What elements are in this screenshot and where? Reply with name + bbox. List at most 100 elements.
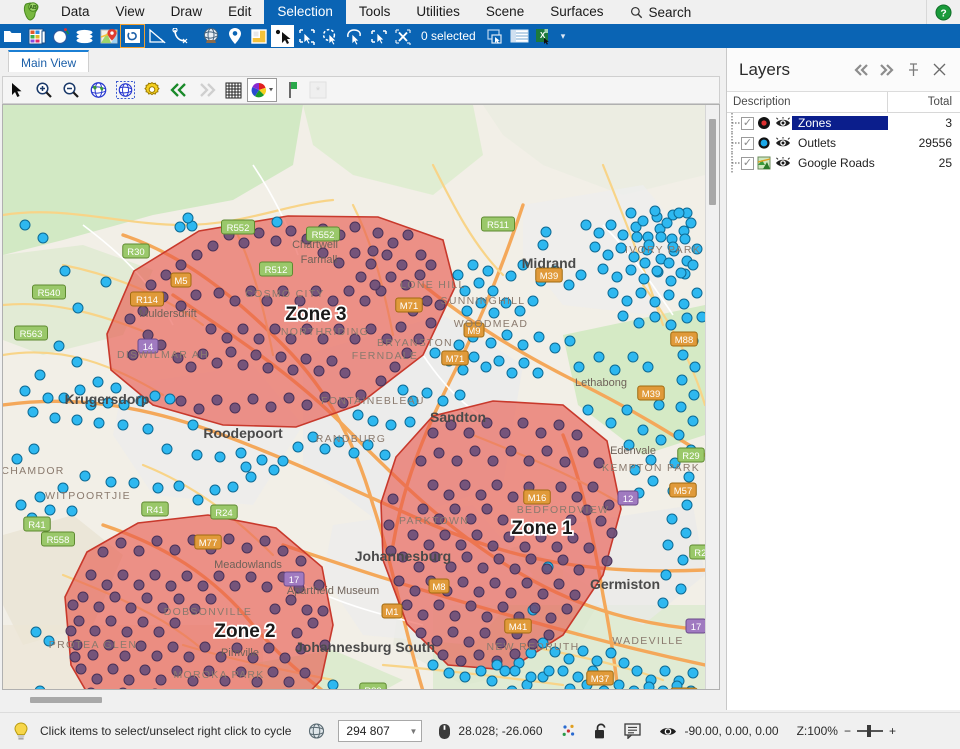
bookmark-flag-icon[interactable]	[278, 78, 304, 102]
layer-eye-icon[interactable]	[774, 117, 792, 129]
layer-visibility-checkbox[interactable]: ✓	[741, 136, 754, 150]
view-settings-gear-icon[interactable]	[139, 78, 165, 102]
menu-item-scene[interactable]: Scene	[473, 0, 537, 24]
ribbon-overflow-caret[interactable]: ▾	[561, 31, 566, 42]
zoom-extents-globe-icon[interactable]	[85, 78, 111, 102]
mouse-coordinates-text: 28.028; -26.060	[458, 724, 543, 738]
layer-row[interactable]: ✓ Zones 3	[727, 113, 960, 133]
road-shield: R30	[122, 243, 150, 259]
pin-icon[interactable]	[900, 57, 926, 83]
open-folder-icon[interactable]	[1, 25, 24, 47]
map-horizontal-scrollbar[interactable]	[2, 692, 720, 708]
road-shield: M39	[637, 385, 665, 401]
grid-icon[interactable]	[220, 78, 246, 102]
map-place-label: Chartwell	[292, 239, 338, 251]
layer-name[interactable]: Outlets	[792, 136, 888, 150]
zoom-slider[interactable]	[856, 725, 883, 737]
zoom-in-button[interactable]: +	[889, 724, 896, 738]
zoom-out-button[interactable]: −	[844, 724, 851, 738]
boundary-icon[interactable]	[120, 24, 145, 48]
note-button[interactable]	[608, 713, 641, 749]
status-bar: Click items to select/unselect right cli…	[0, 712, 960, 749]
svg-text:M5: M5	[174, 276, 187, 287]
layers-stack-icon[interactable]	[73, 25, 96, 47]
menu-item-tools[interactable]: Tools	[346, 0, 404, 24]
zoom-out-icon[interactable]	[58, 78, 84, 102]
road-shield: R558	[41, 531, 75, 547]
lock-button[interactable]	[577, 713, 608, 749]
camera-angles-text: -90.00, 0.00, 0.00	[684, 724, 779, 738]
menu-item-view[interactable]: View	[103, 0, 158, 24]
color-palette-icon[interactable]	[247, 78, 277, 102]
close-icon[interactable]	[926, 57, 952, 83]
select-rectangle-icon[interactable]	[295, 25, 318, 47]
map-vertical-scrollbar[interactable]	[705, 105, 719, 689]
app-logo-button[interactable]: AB	[16, 1, 48, 23]
map-place-label: Apartheid Museum	[287, 585, 379, 597]
menu-item-edit[interactable]: Edit	[215, 0, 264, 24]
map-vertical-scroll-thumb[interactable]	[709, 119, 716, 205]
menu-item-draw[interactable]: Draw	[158, 0, 216, 24]
map-scale-combo[interactable]: 294 807 ▼	[338, 720, 423, 742]
zoom-in-icon[interactable]	[31, 78, 57, 102]
map-place-label: DOBSONVILLE	[164, 606, 252, 618]
menu-item-selection[interactable]: Selection	[264, 0, 346, 24]
menu-bar: AB Data View Draw Edit Selection Tools Utiliti…	[0, 0, 960, 24]
selection-to-layer-icon[interactable]	[484, 25, 507, 47]
menu-item-utilities[interactable]: Utilities	[403, 0, 473, 24]
layer-eye-icon[interactable]	[774, 137, 792, 149]
google-maps-pin-icon[interactable]	[97, 25, 120, 47]
svg-text:M71: M71	[400, 301, 418, 312]
globe-icon[interactable]	[199, 25, 222, 47]
map-viewport[interactable]: R552 R552 R511 R30 R512 M39 R540 M5 R114 M71 R563 1…	[2, 104, 720, 690]
zoom-slider-knob[interactable]	[866, 725, 871, 737]
menu-item-surfaces[interactable]: Surfaces	[537, 0, 616, 24]
theme-palette-icon[interactable]	[49, 25, 72, 47]
select-circle-icon[interactable]	[319, 25, 342, 47]
status-hint-text: Click items to select/unselect right cli…	[40, 724, 292, 738]
svg-text:R512: R512	[265, 265, 288, 276]
map-horizontal-scroll-thumb[interactable]	[30, 697, 102, 703]
help-button[interactable]: ?	[926, 0, 960, 24]
svg-text:M39: M39	[642, 389, 660, 400]
layer-name[interactable]: Google Roads	[792, 156, 888, 170]
map-marker-icon[interactable]	[223, 25, 246, 47]
select-polygon-icon[interactable]	[367, 25, 390, 47]
clear-selection-icon[interactable]	[391, 25, 414, 47]
status-globe-button[interactable]	[291, 713, 326, 749]
tab-main-view[interactable]: Main View	[8, 50, 90, 72]
collapse-left-icon[interactable]	[848, 57, 874, 83]
next-view-icon[interactable]	[193, 78, 219, 102]
snapshot-icon[interactable]: *	[305, 78, 331, 102]
curve-tool-icon[interactable]	[169, 25, 192, 47]
chevron-down-icon: ▼	[409, 726, 418, 736]
data-table-icon[interactable]	[25, 25, 48, 47]
layer-eye-icon[interactable]	[774, 157, 792, 169]
expand-right-icon[interactable]	[874, 57, 900, 83]
layer-name[interactable]: Zones	[792, 116, 888, 130]
select-point-cursor-icon[interactable]	[271, 25, 294, 47]
previous-view-icon[interactable]	[166, 78, 192, 102]
map-canvas[interactable]: R552 R552 R511 R30 R512 M39 R540 M5 R114 M71 R563 1…	[3, 105, 705, 689]
map-place-label: MOROKA PARK	[173, 669, 264, 681]
road-shield: M71	[395, 297, 423, 313]
snap-points-button[interactable]	[543, 713, 577, 749]
status-hint-icon-wrap	[0, 713, 30, 749]
layer-visibility-checkbox[interactable]: ✓	[741, 156, 754, 170]
road-shield: R41	[141, 501, 169, 517]
map-frame-icon[interactable]	[247, 25, 270, 47]
zoom-control[interactable]: Z:100% − +	[779, 713, 896, 749]
measure-angle-icon[interactable]	[145, 25, 168, 47]
menu-item-data[interactable]: Data	[48, 0, 103, 24]
export-excel-icon[interactable]: X	[532, 25, 555, 47]
map-place-label: SUNNINGHILL	[441, 295, 526, 307]
pointer-arrow-icon[interactable]	[4, 78, 30, 102]
layer-row[interactable]: ✓ Google Roads 25	[727, 153, 960, 173]
select-lasso-icon[interactable]	[343, 25, 366, 47]
layer-row[interactable]: ✓ Outlets 29556	[727, 133, 960, 153]
selection-table-icon[interactable]	[508, 25, 531, 47]
zoom-selection-globe-icon[interactable]	[112, 78, 138, 102]
menu-search[interactable]: Search	[616, 0, 701, 24]
layer-visibility-checkbox[interactable]: ✓	[741, 116, 754, 130]
svg-text:R563: R563	[20, 329, 43, 340]
